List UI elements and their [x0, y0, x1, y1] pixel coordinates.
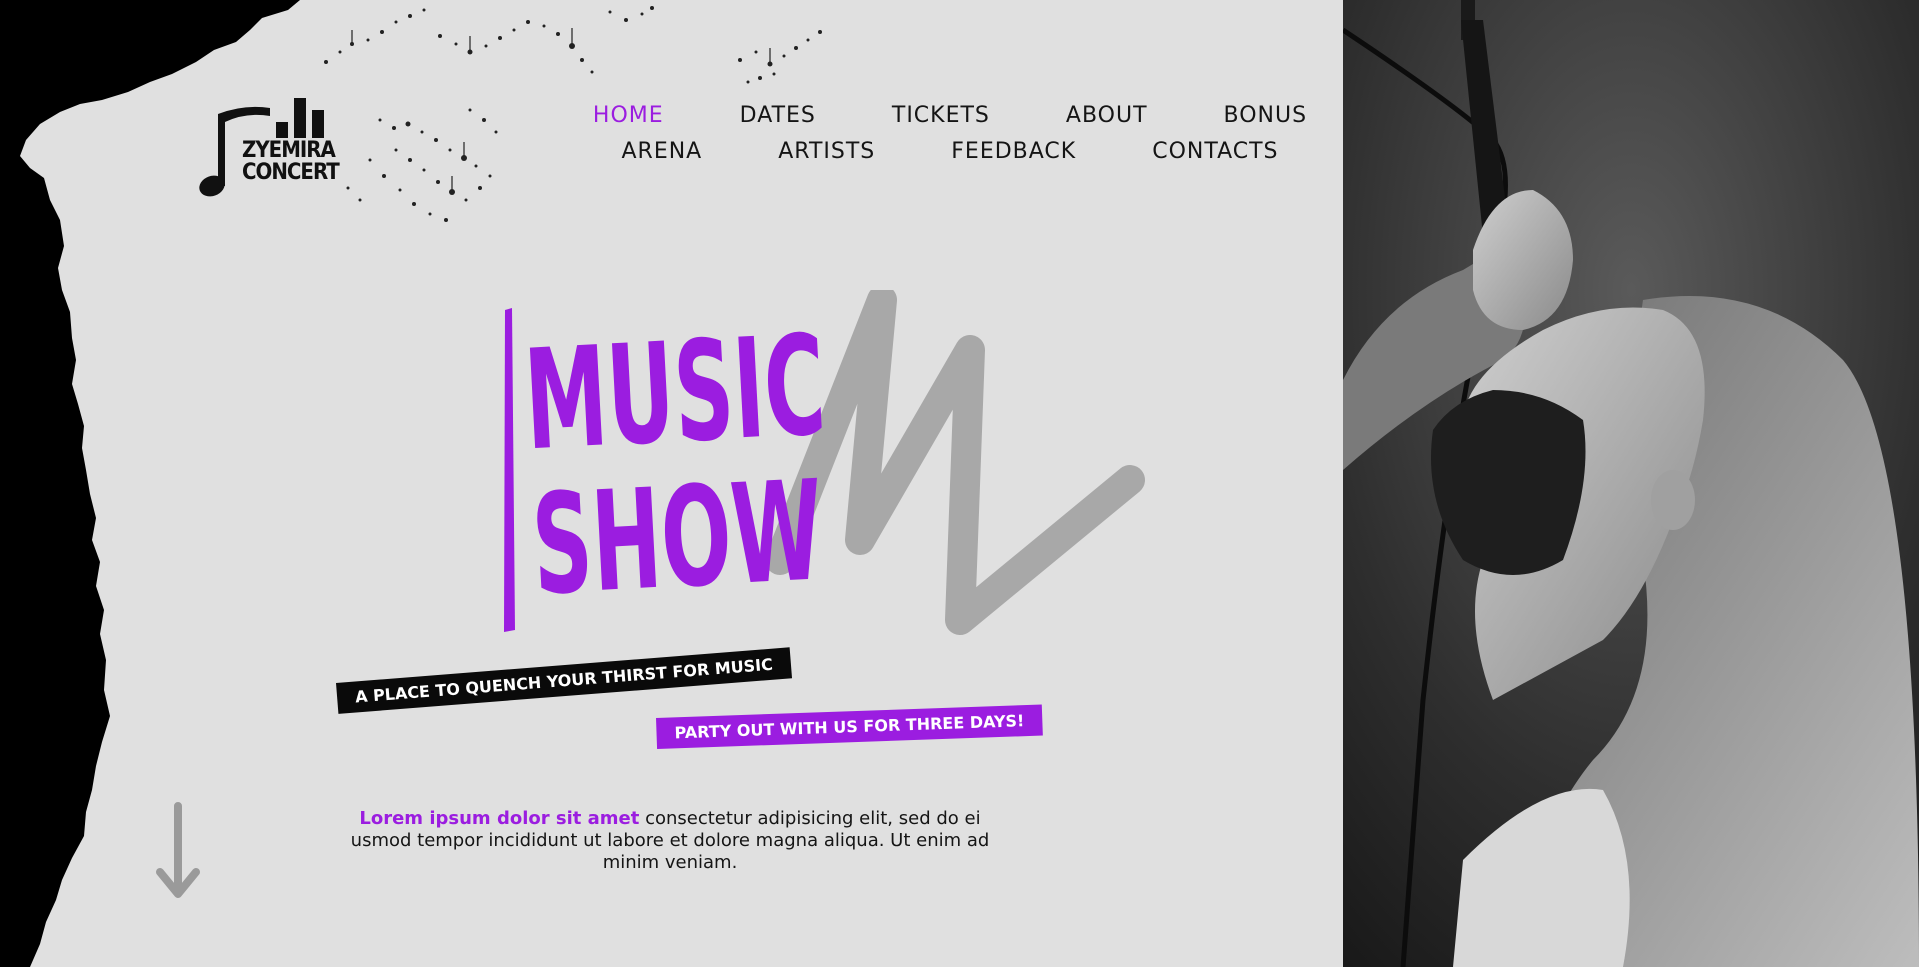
- nav-item-dates[interactable]: DATES: [702, 98, 854, 134]
- arrow-down-icon[interactable]: [154, 800, 202, 904]
- nav-row-2: ARENA ARTISTS FEEDBACK CONTACTS: [560, 134, 1340, 170]
- brand-line2: CONCERT: [242, 160, 340, 185]
- nav-item-contacts[interactable]: CONTACTS: [1114, 134, 1316, 170]
- hero-title: MUSIC SHOW: [504, 290, 1145, 635]
- tagline-secondary: PARTY OUT WITH US FOR THREE DAYS!: [656, 704, 1043, 749]
- hero-description-highlight: Lorem ipsum dolor sit amet: [359, 808, 640, 829]
- title-line2: SHOW: [528, 450, 826, 626]
- nav-item-arena[interactable]: ARENA: [583, 134, 740, 170]
- nav-item-artists[interactable]: ARTISTS: [740, 134, 913, 170]
- singer-photo: [1343, 0, 1919, 967]
- nav-item-home[interactable]: HOME: [555, 98, 702, 134]
- nav-item-tickets[interactable]: TICKETS: [854, 98, 1028, 134]
- nav-item-about[interactable]: ABOUT: [1028, 98, 1186, 134]
- hero-description: Lorem ipsum dolor sit amet consectetur a…: [330, 808, 1010, 874]
- main-nav: HOME DATES TICKETS ABOUT BONUS ARENA ART…: [560, 98, 1340, 170]
- nav-item-feedback[interactable]: FEEDBACK: [913, 134, 1114, 170]
- brand-line1: ZYEMIRA: [242, 138, 336, 163]
- nav-row-1: HOME DATES TICKETS ABOUT BONUS: [560, 98, 1340, 134]
- title-accent-bar: [504, 308, 515, 632]
- brand-logo[interactable]: ZYEMIRA CONCERT: [198, 96, 344, 198]
- brand-wordmark: ZYEMIRA CONCERT: [242, 138, 340, 185]
- nav-item-bonus[interactable]: BONUS: [1186, 98, 1346, 134]
- scribble-m-decoration: [765, 290, 1145, 635]
